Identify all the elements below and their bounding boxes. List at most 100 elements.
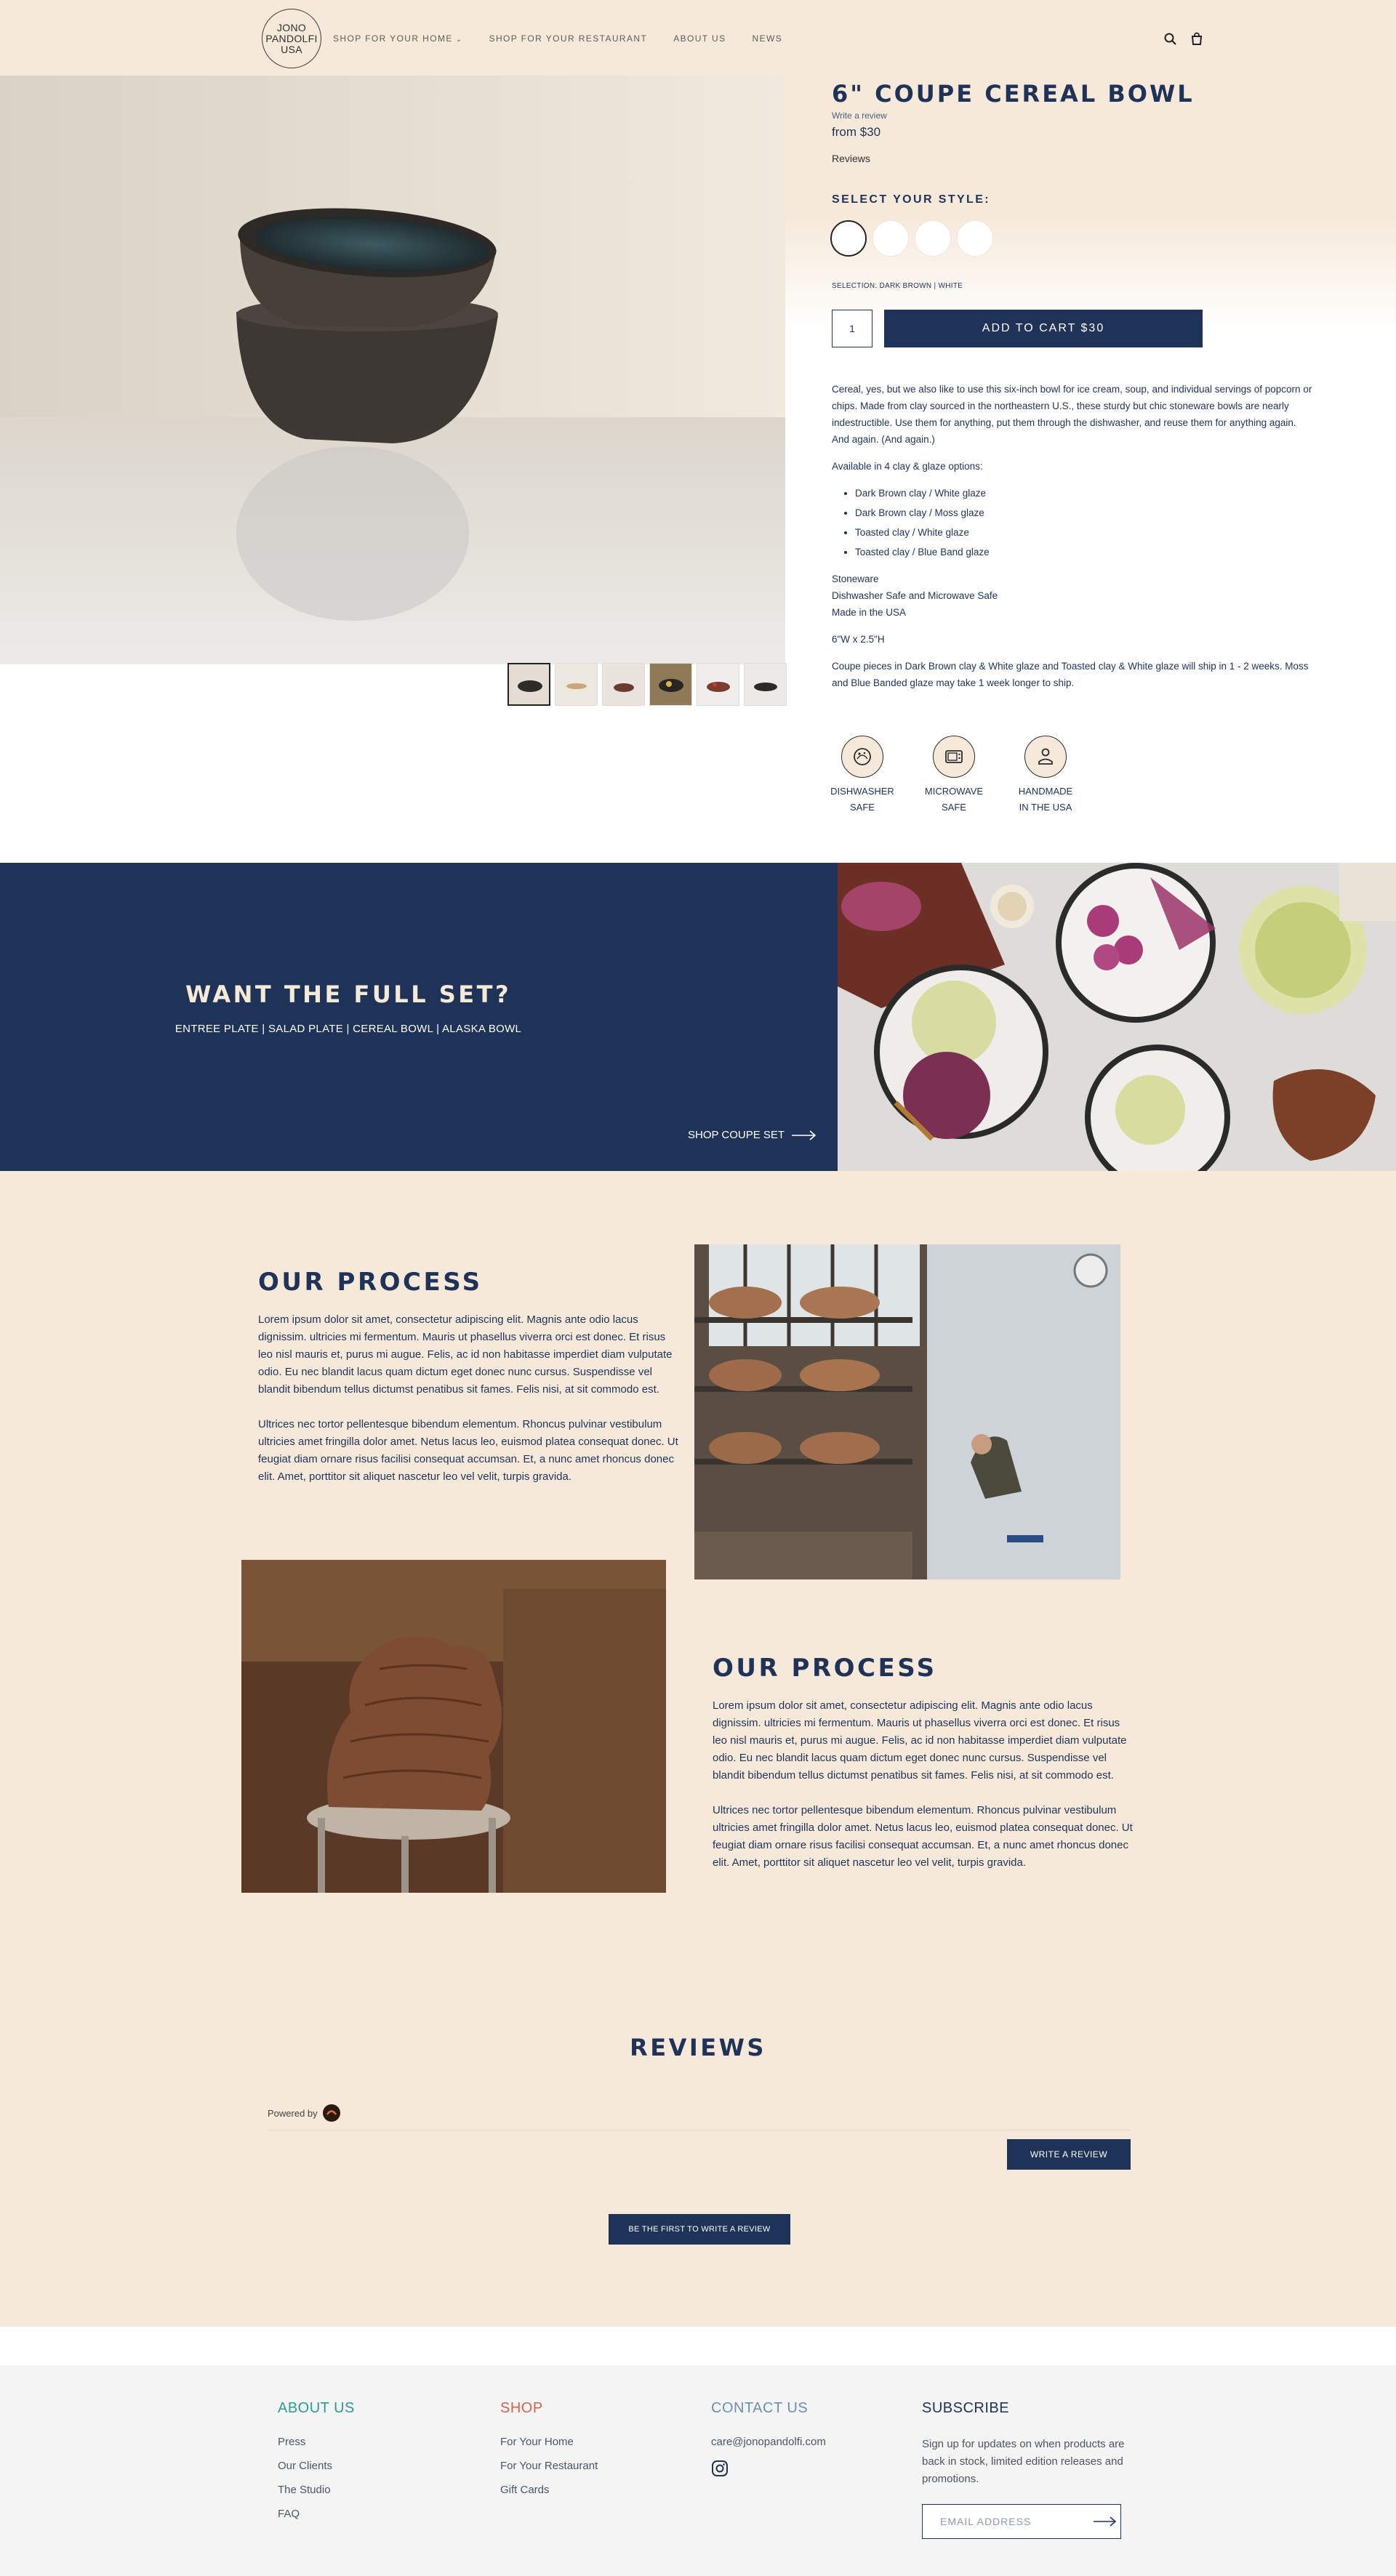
options-list: Dark Brown clay / White glaze Dark Brown… — [855, 485, 1313, 560]
process-paragraph: Lorem ipsum dolor sit amet, consectetur … — [713, 1699, 1127, 1782]
swatch-toasted-blue-band[interactable] — [957, 220, 993, 257]
shop-coupe-set-link[interactable]: SHOP COUPE SET — [688, 1129, 817, 1141]
swatch-dark-brown-moss[interactable] — [872, 220, 909, 257]
thumbnail-image — [603, 664, 644, 705]
thumbnail-1[interactable] — [508, 663, 550, 706]
footer-link-studio[interactable]: The Studio — [278, 2484, 355, 2496]
thumbnail-image — [555, 664, 597, 705]
subscribe-text: Sign up for updates on when products are… — [922, 2438, 1125, 2485]
reviews-provider-logo-icon[interactable] — [322, 2104, 341, 2122]
thumbnail-5[interactable] — [697, 663, 739, 706]
nav-shop-restaurant[interactable]: SHOP FOR YOUR RESTAURANT — [489, 33, 648, 44]
shop-coupe-set-label: SHOP COUPE SET — [688, 1129, 785, 1141]
product-description: Cereal, yes, but we also like to use thi… — [832, 381, 1313, 701]
process-paragraph: Ultrices nec tortor pellentesque bibendu… — [258, 1418, 678, 1483]
microwave-icon — [933, 736, 975, 778]
options-intro: Available in 4 clay & glaze options: — [832, 461, 983, 472]
footer-shop-heading: SHOP — [500, 2400, 543, 2416]
logo-line: JONO — [276, 21, 307, 33]
email-subscribe-box — [922, 2504, 1121, 2539]
option-item: Toasted clay / Blue Band glaze — [855, 544, 1313, 560]
table-setting-image — [838, 863, 1396, 1171]
style-swatches — [830, 220, 993, 257]
option-item: Toasted clay / White glaze — [855, 524, 1313, 541]
thumbnail-6[interactable] — [744, 663, 787, 706]
feature-badges: DISHWASHER SAFE MICROWAVE SAFE HANDMADE … — [829, 736, 1079, 816]
process-heading-1: OUR PROCESS — [258, 1268, 483, 1297]
footer-contact-heading: CONTACT US — [711, 2400, 809, 2416]
cart-icon[interactable] — [1190, 32, 1204, 47]
logo-line: PANDOLFI — [265, 32, 318, 44]
site-header: JONO PANDOLFI USA SHOP FOR YOUR HOME ⌄ SH… — [0, 0, 1396, 76]
option-item: Dark Brown clay / White glaze — [855, 485, 1313, 502]
nav-news[interactable]: NEWS — [753, 33, 783, 44]
feature-microwave: MICROWAVE SAFE — [920, 736, 987, 816]
footer-link-gift-cards[interactable]: Gift Cards — [500, 2484, 598, 2496]
thumbnail-3[interactable] — [602, 663, 645, 706]
dishwasher-icon — [841, 736, 883, 778]
spec-item: Dishwasher Safe and Microwave Safe — [832, 590, 998, 601]
footer-email-link[interactable]: care@jonopandolfi.com — [711, 2436, 826, 2448]
footer-subscribe-heading: SUBSCRIBE — [922, 2400, 1010, 2416]
subscribe-submit-button[interactable] — [1089, 2505, 1120, 2538]
feature-line: SAFE — [850, 802, 875, 813]
be-first-review-button[interactable]: BE THE FIRST TO WRITE A REVIEW — [609, 2214, 790, 2245]
nav-shop-home[interactable]: SHOP FOR YOUR HOME ⌄ — [333, 33, 463, 44]
footer-shop: SHOP For Your Home For Your Restaurant G… — [500, 2400, 598, 2508]
powered-by-label: Powered by — [268, 2107, 318, 2119]
brand-logo[interactable]: JONO PANDOLFI USA — [262, 9, 321, 68]
description-text: Cereal, yes, but we also like to use thi… — [832, 384, 1312, 445]
footer-link-press[interactable]: Press — [278, 2436, 355, 2448]
write-review-button[interactable]: WRITE A REVIEW — [1007, 2139, 1131, 2170]
footer-link-faq[interactable]: FAQ — [278, 2508, 355, 2520]
arrow-right-icon — [792, 1130, 817, 1140]
swatch-dark-brown-white[interactable] — [830, 220, 867, 257]
email-input[interactable] — [923, 2505, 1089, 2538]
footer-contact: CONTACT US care@jonopandolfi.com — [711, 2400, 826, 2481]
process-photo-studio — [694, 1244, 1120, 1579]
search-icon[interactable] — [1163, 32, 1178, 47]
swatch-toasted-white[interactable] — [915, 220, 951, 257]
reviews-label[interactable]: Reviews — [832, 153, 870, 164]
site-footer: ABOUT US Press Our Clients The Studio FA… — [0, 2365, 1396, 2576]
add-to-cart-button[interactable]: ADD TO CART $30 — [884, 310, 1203, 347]
chevron-down-icon: ⌄ — [455, 36, 463, 44]
footer-link-home[interactable]: For Your Home — [500, 2436, 598, 2448]
full-set-title: WANT THE FULL SET? — [185, 981, 512, 1008]
stacked-bowls-image — [0, 76, 785, 664]
nav-label: SHOP FOR YOUR HOME — [333, 33, 453, 44]
logo-line: USA — [281, 43, 302, 55]
footer-link-clients[interactable]: Our Clients — [278, 2460, 355, 2472]
footer-link-restaurant[interactable]: For Your Restaurant — [500, 2460, 598, 2472]
thumbnail-image — [697, 664, 739, 705]
write-review-link[interactable]: Write a review — [832, 110, 887, 121]
option-item: Dark Brown clay / Moss glaze — [855, 504, 1313, 521]
arrow-right-icon — [1093, 2516, 1116, 2527]
spec-item: Stoneware — [832, 573, 879, 584]
specs: Stoneware Dishwasher Safe and Microwave … — [832, 571, 1313, 621]
style-heading: SELECT YOUR STYLE: — [832, 193, 991, 206]
footer-about: ABOUT US Press Our Clients The Studio FA… — [278, 2400, 355, 2532]
thumbnail-image — [745, 664, 786, 705]
spec-item: Made in the USA — [832, 607, 907, 618]
footer-subscribe: SUBSCRIBE Sign up for updates on when pr… — [922, 2400, 1133, 2539]
nav-about-us[interactable]: ABOUT US — [673, 33, 726, 44]
instagram-icon[interactable] — [711, 2460, 729, 2477]
clay-stack-image — [241, 1560, 666, 1893]
quantity-field[interactable]: 1 — [832, 310, 872, 347]
process-paragraph: Lorem ipsum dolor sit amet, consectetur … — [258, 1313, 673, 1396]
product-main-image[interactable] — [0, 76, 785, 664]
full-set-photo — [838, 863, 1396, 1171]
thumbnail-4[interactable] — [649, 663, 692, 706]
process-photo-clay — [241, 1560, 666, 1893]
full-set-banner: WANT THE FULL SET? ENTREE PLATE | SALAD … — [0, 863, 838, 1171]
main-nav: SHOP FOR YOUR HOME ⌄ SHOP FOR YOUR RESTAU… — [333, 33, 782, 44]
feature-line: DISHWASHER — [830, 786, 894, 797]
footer-about-heading: ABOUT US — [278, 2400, 355, 2416]
process-heading-2: OUR PROCESS — [713, 1654, 937, 1683]
thumbnail-image — [650, 664, 691, 705]
feature-line: SAFE — [942, 802, 966, 813]
thumbnail-2[interactable] — [555, 663, 598, 706]
thumbnail-strip — [508, 663, 787, 706]
thumbnail-image — [509, 664, 549, 704]
